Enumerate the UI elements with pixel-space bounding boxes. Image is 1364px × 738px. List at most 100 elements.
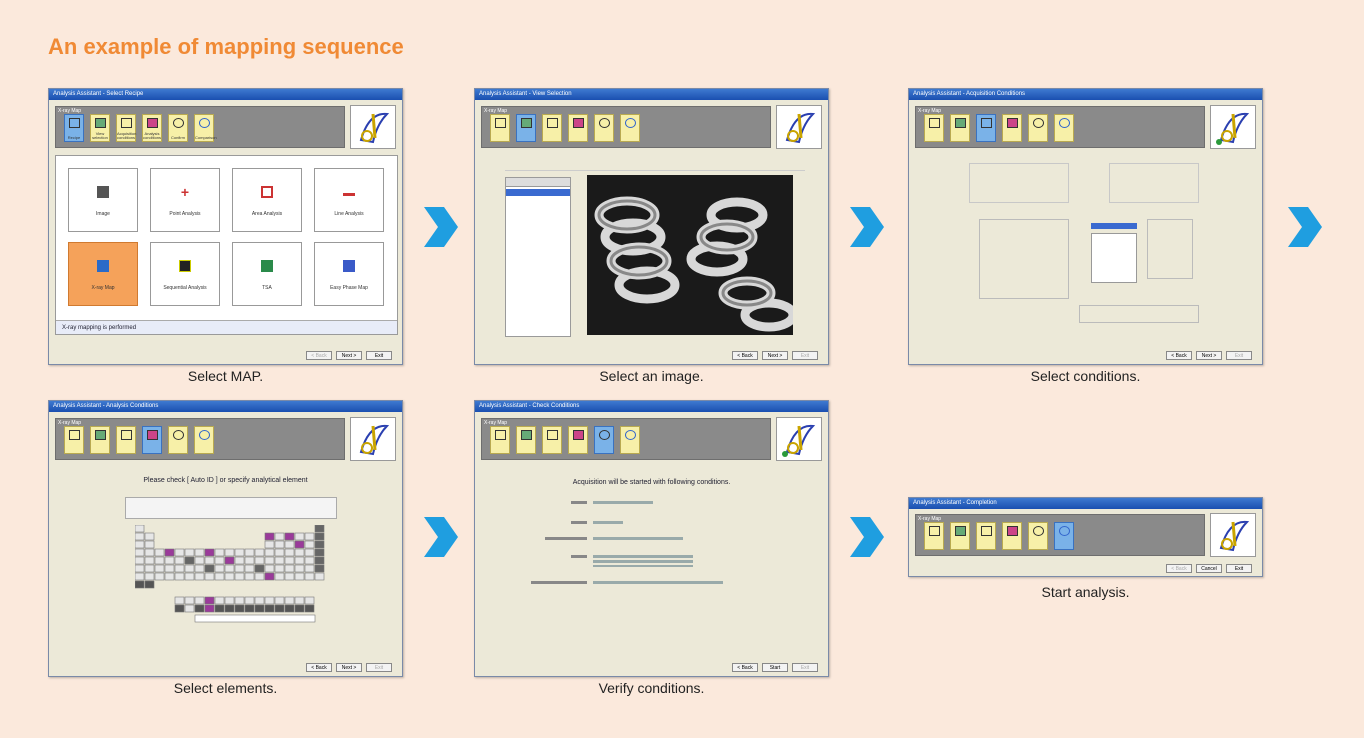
toolbar-comparison-button[interactable] [1054, 114, 1074, 142]
recipe-tile-point-analysis[interactable]: + Point Analysis [150, 168, 220, 232]
exit-button[interactable]: Exit [366, 351, 392, 360]
back-button[interactable]: < Back [1166, 564, 1192, 573]
toolbar-acquisition-button[interactable] [976, 522, 996, 550]
toolbar-recipe-button[interactable]: Recipe [64, 114, 84, 142]
back-button[interactable]: < Back [732, 663, 758, 672]
toolbar-view-button[interactable] [950, 114, 970, 142]
detail-value [593, 537, 683, 540]
toolbar-analysis-button[interactable]: Analysis conditions [142, 114, 162, 142]
toolbar-analysis-button[interactable] [568, 426, 588, 454]
toolbar-recipe-button[interactable] [490, 426, 510, 454]
toolbar-comparison-button[interactable] [620, 114, 640, 142]
toolbar-recipe-button[interactable] [490, 114, 510, 142]
sequential-icon [179, 260, 191, 273]
assistant-toolbar: X-ray Map Recipe View selection Acquisit… [55, 106, 345, 148]
view-icon [521, 118, 532, 128]
exit-button[interactable]: Exit [1226, 351, 1252, 360]
recipe-tile-line-analysis[interactable]: Line Analysis [314, 168, 384, 232]
back-button[interactable]: < Back [1166, 351, 1192, 360]
recipe-tile-sequential[interactable]: Sequential Analysis [150, 242, 220, 306]
back-button[interactable]: < Back [732, 351, 758, 360]
view-icon [521, 430, 532, 440]
wizard-buttons: < Back Next > Exit [306, 663, 392, 672]
recipe-tile-xray-map[interactable]: X-ray Map [68, 242, 138, 306]
toolbar-acquisition-button[interactable]: Acquisition conditions [116, 114, 136, 142]
next-button[interactable]: Next > [762, 351, 788, 360]
toolbar-view-button[interactable] [516, 426, 536, 454]
toolbar-view-button[interactable] [516, 114, 536, 142]
disabled-group-top [969, 163, 1069, 203]
comparison-icon [1059, 118, 1070, 128]
assistant-toolbar: X-ray Map [915, 106, 1205, 148]
exit-button[interactable]: Exit [366, 663, 392, 672]
toolbar-acquisition-button[interactable] [116, 426, 136, 454]
toolbar-confirm-button[interactable]: Confirm [168, 114, 188, 142]
toolbar-analysis-button[interactable] [568, 114, 588, 142]
condition-dropdowns[interactable] [1091, 233, 1137, 283]
toolbar-view-button[interactable]: View selection [90, 114, 110, 142]
toolbar-confirm-button[interactable] [168, 426, 188, 454]
toolbar-recipe-button[interactable] [924, 114, 944, 142]
toolbar-analysis-button[interactable] [1002, 114, 1022, 142]
area-icon [261, 186, 273, 199]
view-icon [95, 430, 106, 440]
periodic-table[interactable] [134, 524, 325, 623]
exit-button[interactable]: Exit [1226, 564, 1252, 573]
toolbar-comparison-button[interactable] [620, 426, 640, 454]
toolbar-comparison-button[interactable] [1054, 522, 1074, 550]
toolbar-confirm-button[interactable] [1028, 522, 1048, 550]
view-list-header [506, 178, 570, 187]
exit-button[interactable]: Exit [792, 351, 818, 360]
toolbar-view-button[interactable] [90, 426, 110, 454]
next-button[interactable]: Next > [336, 663, 362, 672]
toolbar-comparison-button[interactable]: Comparison [194, 114, 217, 142]
toolbar-comparison-button[interactable] [194, 426, 214, 454]
screenshot-select-map: Analysis Assistant - Select Recipe X-ray… [48, 88, 403, 365]
recipe-status-bar: X-ray mapping is performed [56, 320, 397, 334]
info-icon [599, 118, 610, 128]
toolbar-analysis-button[interactable] [1002, 522, 1022, 550]
back-button[interactable]: < Back [306, 663, 332, 672]
toolbar-view-button[interactable] [950, 522, 970, 550]
toolbar-recipe-button[interactable] [924, 522, 944, 550]
start-button[interactable]: Start [762, 663, 788, 672]
detail-value [593, 501, 653, 504]
disabled-group-top-right [1109, 163, 1199, 203]
next-button[interactable]: Next > [336, 351, 362, 360]
map-icon [97, 260, 109, 273]
toolbar-acquisition-button[interactable] [542, 426, 562, 454]
logo [1210, 105, 1256, 149]
back-button[interactable]: < Back [306, 351, 332, 360]
screenshot-start-analysis: Analysis Assistant - Completion X-ray Ma… [908, 497, 1263, 577]
detail-line [545, 537, 587, 540]
source-option-row [505, 163, 805, 171]
recipe-tile-image[interactable]: Image [68, 168, 138, 232]
toolbar-confirm-button[interactable] [1028, 114, 1048, 142]
exit-button[interactable]: Exit [792, 663, 818, 672]
condition-field-highlight[interactable] [1091, 223, 1137, 229]
info-icon [173, 430, 184, 440]
arrow-right-icon [850, 207, 884, 247]
info-icon [1033, 118, 1044, 128]
toolbar-acquisition-button[interactable] [542, 114, 562, 142]
toolbar-recipe-button[interactable] [64, 426, 84, 454]
toolbar-confirm-button[interactable] [594, 114, 614, 142]
next-button[interactable]: Next > [1196, 351, 1222, 360]
step-caption-6: Start analysis. [1041, 584, 1130, 600]
toolbar-analysis-button[interactable] [142, 426, 162, 454]
view-list-item[interactable] [506, 189, 570, 196]
detail-value [593, 555, 693, 567]
info-icon [173, 118, 184, 128]
toolbar-confirm-button[interactable] [594, 426, 614, 454]
recipe-tile-easy-phase-map[interactable]: Easy Phase Map [314, 242, 384, 306]
view-list[interactable] [505, 177, 571, 337]
toolbar-acquisition-button[interactable] [976, 114, 996, 142]
confirm-heading: Acquisition will be started with followi… [572, 479, 731, 486]
recipe-tile-area-analysis[interactable]: Area Analysis [232, 168, 302, 232]
analysis-icon [573, 430, 584, 440]
info-icon [1033, 526, 1044, 536]
condition-fields-left [979, 219, 1069, 299]
recipe-tile-tsa[interactable]: TSA [232, 242, 302, 306]
comparison-icon [625, 118, 636, 128]
cancel-button[interactable]: Cancel [1196, 564, 1222, 573]
